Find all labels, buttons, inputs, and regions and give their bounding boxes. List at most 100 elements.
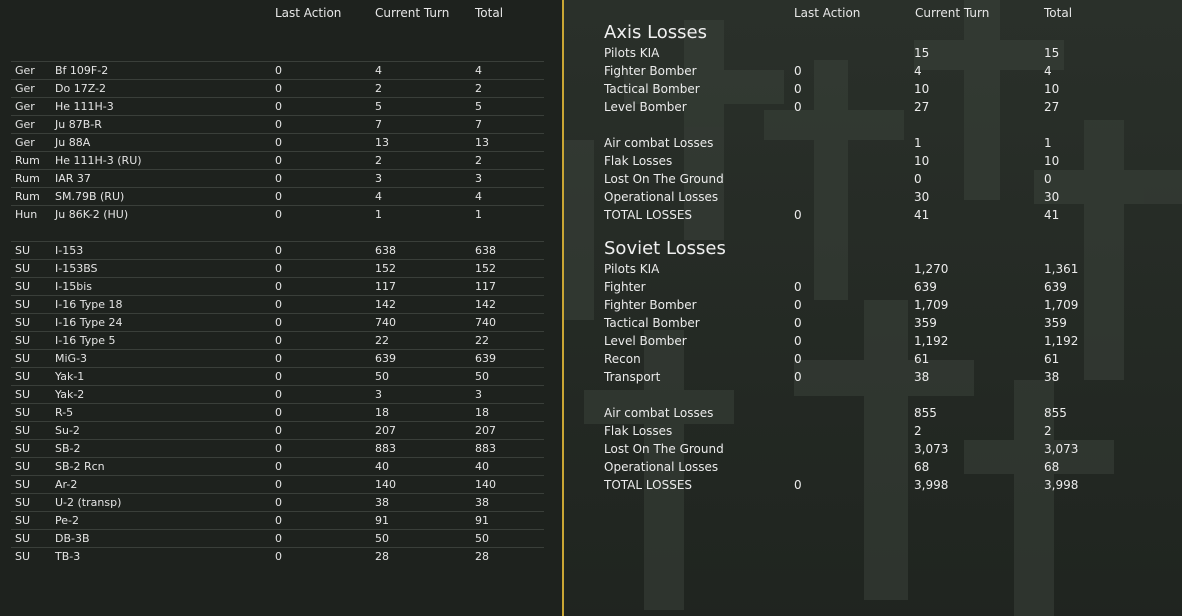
current-turn-value: 359 [914, 316, 937, 330]
aircraft-row[interactable]: Ger Ju 88A 0 13 13 [11, 133, 544, 152]
nationality-cell: SU [15, 370, 31, 383]
last-action-cell: 0 [275, 280, 282, 293]
loss-row: Tactical Bomber 0 359 359 [604, 315, 1164, 333]
current-turn-cell: 38 [375, 496, 389, 509]
current-turn-value: 10 [914, 154, 930, 168]
aircraft-row[interactable]: Hun Ju 86K-2 (HU) 0 1 1 [11, 205, 544, 224]
current-turn-value: 30 [914, 190, 930, 204]
current-turn-value: 38 [914, 370, 930, 384]
aircraft-row[interactable]: SU DB-3B 0 50 50 [11, 529, 544, 548]
nationality-cell: SU [15, 406, 31, 419]
nationality-cell: SU [15, 388, 31, 401]
aircraft-row[interactable]: Rum He 111H-3 (RU) 0 2 2 [11, 151, 544, 170]
last-action-cell: 0 [275, 550, 282, 563]
aircraft-row[interactable]: Rum SM.79B (RU) 0 4 4 [11, 187, 544, 206]
last-action-value: 0 [794, 298, 802, 312]
aircraft-row[interactable]: SU U-2 (transp) 0 38 38 [11, 493, 544, 512]
last-action-cell: 0 [275, 316, 282, 329]
last-action-cell: 0 [275, 190, 282, 203]
aircraft-type-cell: I-15bis [55, 280, 92, 293]
aircraft-row[interactable]: SU I-16 Type 24 0 740 740 [11, 313, 544, 332]
aircraft-type-cell: He 111H-3 [55, 100, 114, 113]
last-action-value: 0 [794, 208, 802, 222]
aircraft-type-cell: Yak-1 [55, 370, 85, 383]
aircraft-row[interactable]: SU I-153 0 638 638 [11, 241, 544, 260]
total-cell: 207 [475, 424, 496, 437]
aircraft-row[interactable]: SU TB-3 0 28 28 [11, 547, 544, 566]
aircraft-type-cell: SB-2 [55, 442, 81, 455]
aircraft-type-cell: Ju 88A [55, 136, 91, 149]
aircraft-row[interactable]: Ger Do 17Z-2 0 2 2 [11, 79, 544, 98]
current-turn-cell: 40 [375, 460, 389, 473]
nationality-cell: SU [15, 496, 31, 509]
header-last-action[interactable]: Last Action [275, 6, 341, 20]
total-cell: 142 [475, 298, 496, 311]
aircraft-row[interactable]: SU I-16 Type 18 0 142 142 [11, 295, 544, 314]
last-action-cell: 0 [275, 298, 282, 311]
total-value: 1,192 [1044, 334, 1079, 348]
last-action-cell: 0 [275, 370, 282, 383]
loss-label: Pilots KIA [604, 262, 660, 276]
total-cell: 18 [475, 406, 489, 419]
current-turn-cell: 117 [375, 280, 396, 293]
last-action-cell: 0 [275, 334, 282, 347]
aircraft-row[interactable]: SU Yak-2 0 3 3 [11, 385, 544, 404]
aircraft-row[interactable]: SU I-16 Type 5 0 22 22 [11, 331, 544, 350]
aircraft-row[interactable]: Rum IAR 37 0 3 3 [11, 169, 544, 188]
last-action-cell: 0 [275, 514, 282, 527]
last-action-cell: 0 [275, 352, 282, 365]
last-action-cell: 0 [275, 406, 282, 419]
aircraft-row[interactable]: SU I-153BS 0 152 152 [11, 259, 544, 278]
total-cell: 3 [475, 388, 482, 401]
header-total[interactable]: Total [475, 6, 503, 20]
last-action-cell: 0 [275, 262, 282, 275]
loss-row: Air combat Losses 1 1 [604, 135, 1164, 153]
total-cell: 50 [475, 532, 489, 545]
total-cell: 13 [475, 136, 489, 149]
current-turn-cell: 639 [375, 352, 396, 365]
current-turn-value: 61 [914, 352, 930, 366]
current-turn-cell: 207 [375, 424, 396, 437]
losses-summary-panel: Last Action Current Turn Total Axis Loss… [564, 0, 1182, 616]
aircraft-row[interactable]: SU Su-2 0 207 207 [11, 421, 544, 440]
nationality-cell: SU [15, 316, 31, 329]
aircraft-row[interactable]: SU I-15bis 0 117 117 [11, 277, 544, 296]
summary-header-total[interactable]: Total [1044, 6, 1072, 20]
current-turn-value: 3,073 [914, 442, 949, 456]
total-value: 855 [1044, 406, 1067, 420]
nationality-cell: Ger [15, 64, 35, 77]
current-turn-cell: 883 [375, 442, 396, 455]
last-action-cell: 0 [275, 244, 282, 257]
aircraft-type-cell: I-153 [55, 244, 84, 257]
total-value: 27 [1044, 100, 1060, 114]
current-turn-cell: 2 [375, 82, 382, 95]
loss-row: Level Bomber 0 27 27 [604, 99, 1164, 117]
aircraft-row[interactable]: Ger Ju 87B-R 0 7 7 [11, 115, 544, 134]
aircraft-row[interactable]: SU Pe-2 0 91 91 [11, 511, 544, 530]
aircraft-row[interactable]: SU MiG-3 0 639 639 [11, 349, 544, 368]
loss-label: Air combat Losses [604, 406, 714, 420]
aircraft-row[interactable]: SU Yak-1 0 50 50 [11, 367, 544, 386]
loss-label: TOTAL LOSSES [604, 208, 693, 222]
current-turn-value: 0 [914, 172, 922, 186]
aircraft-row[interactable]: SU SB-2 Rcn 0 40 40 [11, 457, 544, 476]
total-cell: 50 [475, 370, 489, 383]
aircraft-row[interactable]: Ger Bf 109F-2 0 4 4 [11, 61, 544, 80]
summary-header-current-turn[interactable]: Current Turn [915, 6, 989, 20]
aircraft-type-cell: Ju 87B-R [55, 118, 102, 131]
aircraft-row[interactable]: SU Ar-2 0 140 140 [11, 475, 544, 494]
loss-row: Pilots KIA 1,270 1,361 [604, 261, 1164, 279]
summary-header-last-action[interactable]: Last Action [794, 6, 860, 20]
current-turn-cell: 740 [375, 316, 396, 329]
header-current-turn[interactable]: Current Turn [375, 6, 449, 20]
current-turn-value: 1,709 [914, 298, 949, 312]
last-action-value: 0 [794, 370, 802, 384]
aircraft-type-cell: TB-3 [55, 550, 81, 563]
aircraft-row[interactable]: Ger He 111H-3 0 5 5 [11, 97, 544, 116]
total-cell: 2 [475, 154, 482, 167]
aircraft-row[interactable]: SU R-5 0 18 18 [11, 403, 544, 422]
loss-label: Level Bomber [604, 100, 687, 114]
last-action-cell: 0 [275, 172, 282, 185]
last-action-value: 0 [794, 352, 802, 366]
aircraft-row[interactable]: SU SB-2 0 883 883 [11, 439, 544, 458]
